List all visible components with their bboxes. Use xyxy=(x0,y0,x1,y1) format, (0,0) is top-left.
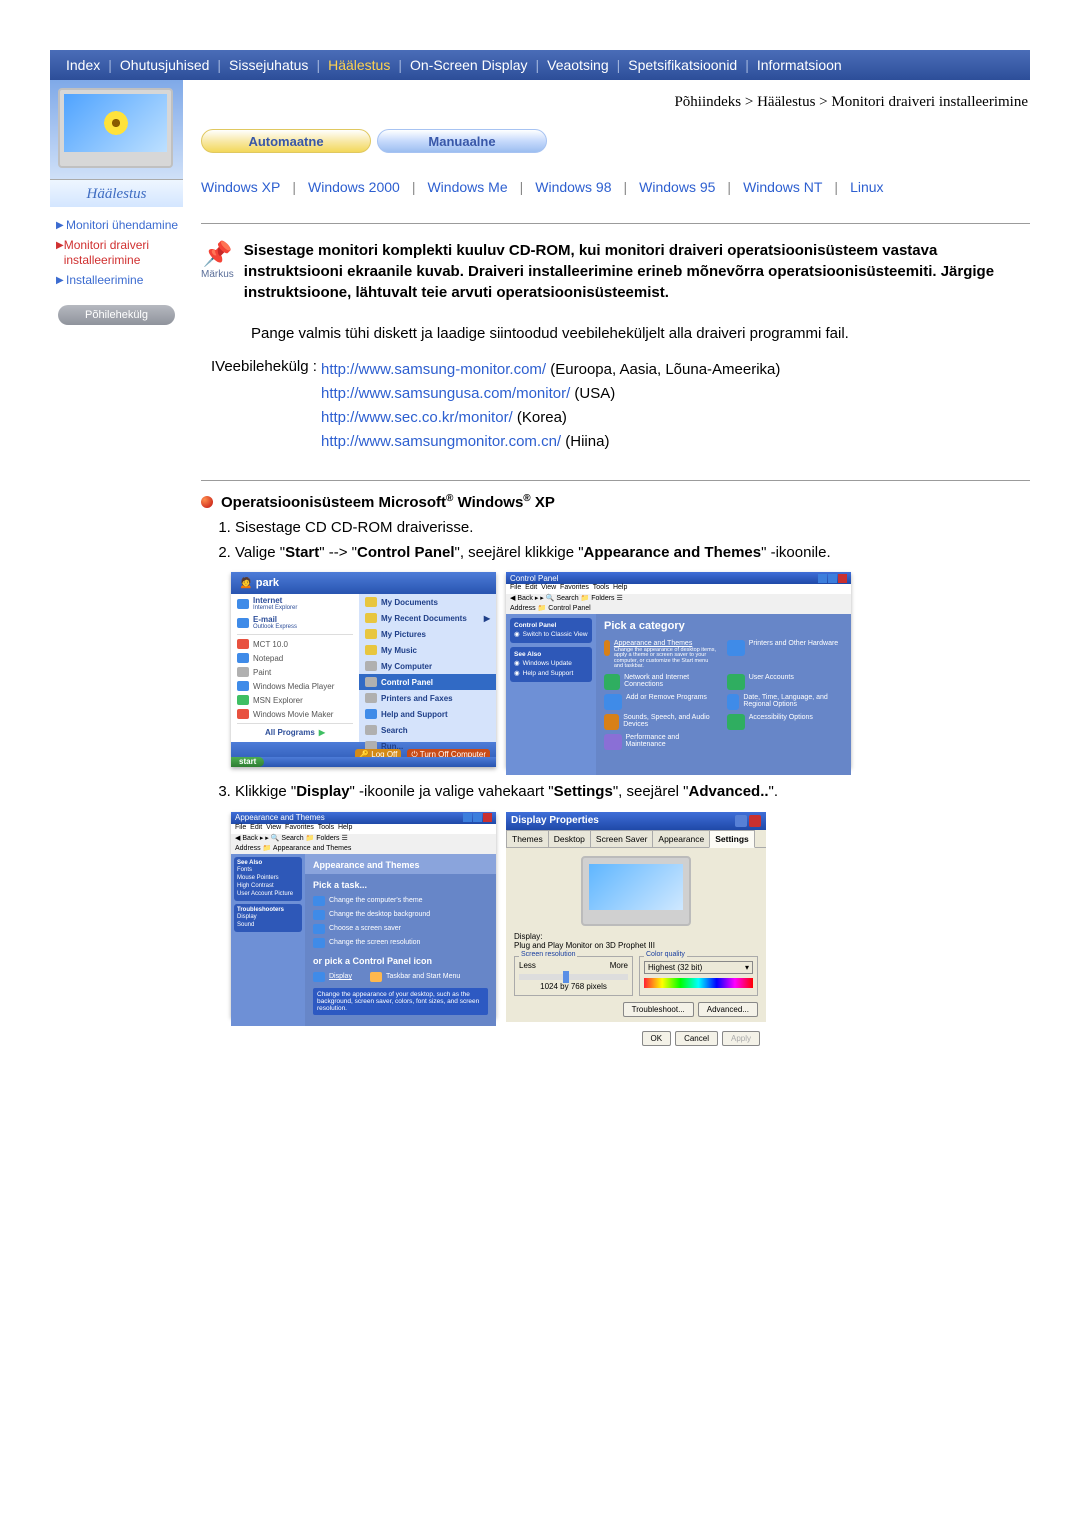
os-link-linux[interactable]: Linux xyxy=(850,179,883,195)
top-nav: Index| Ohutusjuhised| Sissejuhatus| Hääl… xyxy=(50,50,1030,80)
advanced-button[interactable]: Advanced... xyxy=(698,1002,758,1017)
tab-automatic[interactable]: Automaatne xyxy=(201,129,371,153)
arrow-icon: ▶ xyxy=(56,218,66,232)
breadcrumb: Põhiindeks > Häälestus > Monitori draive… xyxy=(201,90,1030,129)
region-text: (Hiina) xyxy=(561,433,609,450)
link-samsung-cn[interactable]: http://www.samsungmonitor.com.cn/ xyxy=(321,433,561,450)
sidebar-item-label: Installeerimine xyxy=(66,273,143,287)
link-samsung-kr[interactable]: http://www.sec.co.kr/monitor/ xyxy=(321,409,513,426)
dp-tab-settings[interactable]: Settings xyxy=(709,830,755,848)
display-properties-screenshot: Display Properties Themes Desktop Screen… xyxy=(506,812,766,1022)
sidebar-item-driver-install[interactable]: ▶ Monitori draiveri installeerimine xyxy=(56,235,179,270)
step-item: Klikkige "Display" -ikoonile ja valige v… xyxy=(235,781,1030,806)
region-text: (Korea) xyxy=(513,409,567,426)
start-menu-screenshot: 🙍 park InternetInternet Explorer E-mailO… xyxy=(231,572,496,767)
link-samsung-monitor[interactable]: http://www.samsung-monitor.com/ xyxy=(321,361,546,378)
web-links-label: IVeebilehekülg : xyxy=(211,358,321,454)
cp-item-appearance[interactable]: Appearance and ThemesChange the appearan… xyxy=(604,640,719,670)
ok-button[interactable]: OK xyxy=(642,1031,672,1046)
heading-text: Windows xyxy=(458,494,524,511)
os-link-nt[interactable]: Windows NT xyxy=(743,179,822,195)
start-menu-right: My Documents My Recent Documents ▶ My Pi… xyxy=(359,594,496,742)
resolution-slider[interactable] xyxy=(519,974,628,980)
main-content: Põhiindeks > Häälestus > Monitori draive… xyxy=(183,80,1030,1036)
nav-intro[interactable]: Sissejuhatus xyxy=(223,57,314,73)
heading-text: XP xyxy=(535,494,555,511)
os-heading-xp: Operatsioonisüsteem Microsoft® Windows® … xyxy=(201,493,1030,517)
display-label: Display: xyxy=(514,932,758,941)
os-link-list: Windows XP| Windows 2000| Windows Me| Wi… xyxy=(201,179,1030,223)
resolution-value: 1024 by 768 pixels xyxy=(519,982,628,991)
monitor-preview xyxy=(581,856,691,926)
os-link-95[interactable]: Windows 95 xyxy=(639,179,715,195)
nav-sep: | xyxy=(106,57,114,73)
back-to-main-button[interactable]: Põhilehekülg xyxy=(58,305,175,325)
tab-manual[interactable]: Manuaalne xyxy=(377,129,547,153)
sidebar-section-title: Häälestus xyxy=(50,180,183,207)
troubleshoot-button[interactable]: Troubleshoot... xyxy=(623,1002,694,1017)
screenshot-row: Appearance and Themes File Edit View Fav… xyxy=(201,806,1030,1036)
nav-osd[interactable]: On-Screen Display xyxy=(404,57,534,73)
prepare-paragraph: Pange valmis tühi diskett ja laadige sii… xyxy=(201,313,1030,358)
os-link-98[interactable]: Windows 98 xyxy=(535,179,611,195)
steps-list: Sisestage CD CD-ROM draiverisse. Valige … xyxy=(201,517,1030,566)
dp-tab-appearance[interactable]: Appearance xyxy=(652,830,710,847)
heading-text: Operatsioonisüsteem Microsoft xyxy=(221,494,446,511)
nav-safety[interactable]: Ohutusjuhised xyxy=(114,57,216,73)
sidebar-item-label: Monitori draiveri installeerimine xyxy=(64,238,179,267)
nav-index[interactable]: Index xyxy=(60,57,106,73)
web-links-row: IVeebilehekülg : http://www.samsung-moni… xyxy=(201,358,1030,454)
divider xyxy=(201,480,1030,481)
color-quality-select[interactable]: Highest (32 bit)▾ xyxy=(644,961,753,974)
pick-category-heading: Pick a category xyxy=(596,614,851,640)
display-tooltip: Change the appearance of your desktop, s… xyxy=(313,988,488,1015)
note-text: Sisestage monitori komplekti kuuluv CD-R… xyxy=(244,240,1030,303)
sidebar-item-install[interactable]: ▶ Installeerimine xyxy=(56,270,179,290)
cancel-button[interactable]: Cancel xyxy=(675,1031,718,1046)
arrow-icon: ▶ xyxy=(56,238,64,267)
dp-tab-screensaver[interactable]: Screen Saver xyxy=(590,830,654,847)
os-link-2000[interactable]: Windows 2000 xyxy=(308,179,400,195)
start-menu-control-panel[interactable]: Control Panel xyxy=(359,674,496,690)
nav-troubleshoot[interactable]: Veaotsing xyxy=(541,57,615,73)
region-text: (Euroopa, Aasia, Lõuna-Ameerika) xyxy=(546,361,780,378)
sidebar: Häälestus ▶ Monitori ühendamine ▶ Monito… xyxy=(50,80,183,1036)
bullet-icon xyxy=(201,496,213,508)
nav-specs[interactable]: Spetsifikatsioonid xyxy=(622,57,743,73)
sidebar-item-label: Monitori ühendamine xyxy=(66,218,178,232)
start-menu-left: InternetInternet Explorer E-mailOutlook … xyxy=(231,594,359,742)
nav-info[interactable]: Informatsioon xyxy=(751,57,848,73)
region-text: (USA) xyxy=(570,385,615,402)
mode-tabs: Automaatne Manuaalne xyxy=(201,129,1030,153)
sidebar-item-connect[interactable]: ▶ Monitori ühendamine xyxy=(56,215,179,235)
start-button[interactable]: start xyxy=(231,757,264,767)
apply-button[interactable]: Apply xyxy=(722,1031,760,1046)
arrow-icon: ▶ xyxy=(56,273,66,287)
appearance-themes-screenshot: Appearance and Themes File Edit View Fav… xyxy=(231,812,496,1017)
monitor-hero-image xyxy=(50,80,183,180)
note-icon: 📌 Märkus xyxy=(201,240,234,303)
link-samsung-usa[interactable]: http://www.samsungusa.com/monitor/ xyxy=(321,385,570,402)
dp-tab-desktop[interactable]: Desktop xyxy=(548,830,591,847)
note-block: 📌 Märkus Sisestage monitori komplekti ku… xyxy=(201,223,1030,313)
display-icon[interactable]: Display xyxy=(329,973,352,980)
start-menu-user: 🙍 park xyxy=(231,572,496,594)
steps-list: Klikkige "Display" -ikoonile ja valige v… xyxy=(201,781,1030,806)
os-link-xp[interactable]: Windows XP xyxy=(201,179,280,195)
dp-tab-themes[interactable]: Themes xyxy=(506,830,549,847)
note-icon-label: Märkus xyxy=(201,269,234,280)
step-item: Sisestage CD CD-ROM draiverisse. xyxy=(235,517,1030,542)
screenshot-row: 🙍 park InternetInternet Explorer E-mailO… xyxy=(201,566,1030,781)
nav-setup[interactable]: Häälestus xyxy=(322,57,396,73)
display-value: Plug and Play Monitor on 3D Prophet III xyxy=(514,941,758,950)
control-panel-screenshot: Control Panel File Edit View Favorites T… xyxy=(506,572,851,767)
dp-tabs: Themes Desktop Screen Saver Appearance S… xyxy=(506,830,766,848)
os-link-me[interactable]: Windows Me xyxy=(427,179,507,195)
step-item: Valige "Start" --> "Control Panel", seej… xyxy=(235,542,1030,567)
